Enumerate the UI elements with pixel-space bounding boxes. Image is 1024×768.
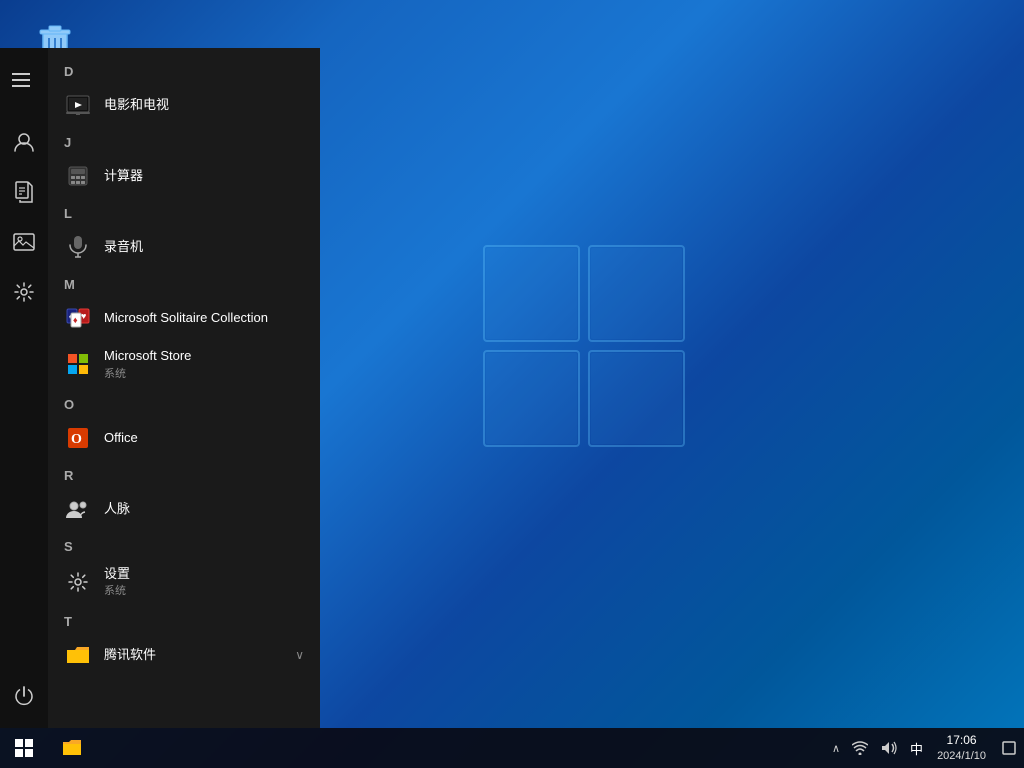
app-item-office[interactable]: O Office — [48, 416, 320, 460]
app-item-recorder[interactable]: 录音机 — [48, 225, 320, 269]
solitaire-name: Microsoft Solitaire Collection — [104, 310, 268, 326]
app-item-movies-tv[interactable]: 电影和电视 — [48, 83, 320, 127]
section-letter-t: T — [48, 606, 320, 633]
solitaire-info: Microsoft Solitaire Collection — [104, 310, 268, 326]
sidebar-user-button[interactable] — [0, 118, 48, 166]
tencent-folder-icon — [64, 641, 92, 669]
tencent-name: 腾讯软件 — [104, 647, 156, 663]
calculator-icon — [64, 162, 92, 190]
recorder-icon — [64, 233, 92, 261]
contacts-icon — [64, 495, 92, 523]
movies-tv-info: 电影和电视 — [104, 97, 169, 113]
calculator-info: 计算器 — [104, 168, 143, 184]
app-item-settings[interactable]: 设置 系统 — [48, 558, 320, 607]
tray-volume-icon[interactable] — [874, 728, 904, 768]
movies-tv-name: 电影和电视 — [104, 97, 169, 113]
notification-button[interactable] — [994, 728, 1024, 768]
msstore-icon — [64, 350, 92, 378]
clock-date: 2024/1/10 — [937, 749, 986, 764]
contacts-name: 人脉 — [104, 501, 130, 517]
svg-text:O: O — [71, 432, 82, 447]
msstore-sub: 系统 — [104, 365, 191, 381]
hamburger-icon — [10, 66, 38, 94]
sidebar-pictures-button[interactable] — [0, 218, 48, 266]
settings-sub: 系统 — [104, 582, 130, 598]
svg-text:♦: ♦ — [73, 315, 78, 325]
sidebar-documents-button[interactable] — [0, 168, 48, 216]
settings-name: 设置 — [104, 566, 130, 582]
tray-show-hidden-icons[interactable]: ∧ — [826, 728, 846, 768]
start-button[interactable] — [0, 728, 48, 768]
app-item-calculator[interactable]: 计算器 — [48, 154, 320, 198]
settings-icon — [64, 568, 92, 596]
sidebar-power-button[interactable] — [0, 672, 48, 720]
system-tray: ∧ 中 17:06 — [826, 728, 1024, 768]
start-sidebar — [0, 48, 48, 728]
app-item-contacts[interactable]: 人脉 — [48, 487, 320, 531]
section-letter-j: J — [48, 127, 320, 154]
calculator-name: 计算器 — [104, 168, 143, 184]
section-letter-d: D — [48, 56, 320, 83]
windows-logo-decoration — [474, 236, 694, 456]
contacts-info: 人脉 — [104, 501, 130, 517]
clock-time: 17:06 — [947, 732, 977, 749]
msstore-name: Microsoft Store — [104, 348, 191, 364]
app-list: D 电影和电视 J — [48, 48, 320, 728]
app-item-solitaire[interactable]: ♠ ♥ ♦ Microsoft Solitaire Collection — [48, 296, 320, 340]
recorder-name: 录音机 — [104, 239, 143, 255]
section-letter-s: S — [48, 531, 320, 558]
desktop: 回收站 — [0, 0, 1024, 768]
office-name: Office — [104, 430, 138, 446]
tray-network-icon[interactable] — [846, 728, 874, 768]
hamburger-menu-button[interactable] — [0, 56, 48, 104]
svg-text:♥: ♥ — [81, 311, 86, 321]
input-method-label: 中 — [910, 739, 923, 758]
office-icon: O — [64, 424, 92, 452]
office-info: Office — [104, 430, 138, 446]
section-letter-m: M — [48, 269, 320, 296]
clock-display[interactable]: 17:06 2024/1/10 — [929, 728, 994, 768]
tencent-expand-arrow: ∨ — [295, 648, 304, 662]
taskbar-file-explorer-button[interactable] — [48, 728, 96, 768]
settings-info: 设置 系统 — [104, 566, 130, 599]
sidebar-settings-button[interactable] — [0, 268, 48, 316]
movies-tv-icon — [64, 91, 92, 119]
section-letter-l: L — [48, 198, 320, 225]
tencent-info: 腾讯软件 — [104, 647, 156, 663]
section-letter-o: O — [48, 389, 320, 416]
app-item-msstore[interactable]: Microsoft Store 系统 — [48, 340, 320, 389]
tray-input-method[interactable]: 中 — [904, 728, 929, 768]
up-arrow-icon: ∧ — [832, 742, 840, 755]
solitaire-icon: ♠ ♥ ♦ — [64, 304, 92, 332]
taskbar: ∧ 中 17:06 — [0, 728, 1024, 768]
start-menu: D 电影和电视 J — [0, 48, 320, 728]
recorder-info: 录音机 — [104, 239, 143, 255]
msstore-info: Microsoft Store 系统 — [104, 348, 191, 381]
app-item-tencent[interactable]: 腾讯软件 ∨ — [48, 633, 320, 677]
section-letter-r: R — [48, 460, 320, 487]
